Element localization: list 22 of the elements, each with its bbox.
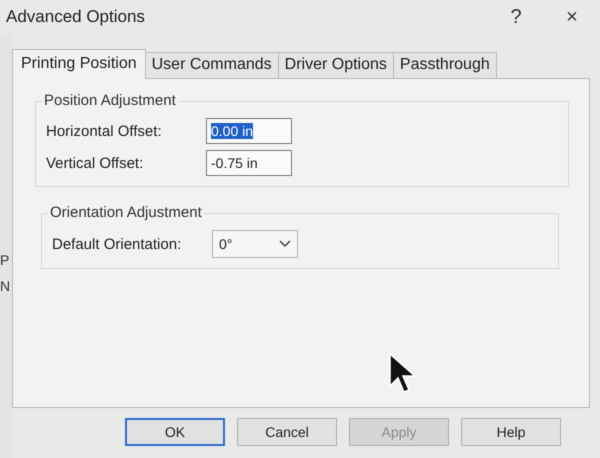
tab[interactable]: Driver Options [278,52,394,78]
dialog-button[interactable]: Cancel [237,418,337,446]
help-button[interactable]: ? [488,1,544,33]
dialog-button[interactable]: Help [461,418,561,446]
close-button[interactable]: × [544,1,600,33]
tab[interactable]: User Commands [144,52,279,78]
input-field[interactable]: -0.75 in [206,150,292,176]
window-title: Advanced Options [6,7,146,27]
background-window-text: P [0,252,10,268]
dropdown[interactable]: 0° [212,230,298,258]
field-label: Default Orientation: [52,236,182,252]
mouse-pointer-icon [388,352,418,394]
dialog-button[interactable]: OK [125,418,225,446]
group-title: Orientation Adjustment [48,204,204,221]
background-window-text: N [0,278,12,294]
field-label: Vertical Offset: [46,154,144,172]
field-label: Horizontal Offset: [46,122,163,140]
chevron-down-icon [279,240,291,248]
group-title: Position Adjustment [42,92,178,109]
input-field[interactable]: 0.00 in [206,118,292,144]
tab[interactable]: Passthrough [392,52,497,78]
tab[interactable]: Printing Position [12,49,146,79]
